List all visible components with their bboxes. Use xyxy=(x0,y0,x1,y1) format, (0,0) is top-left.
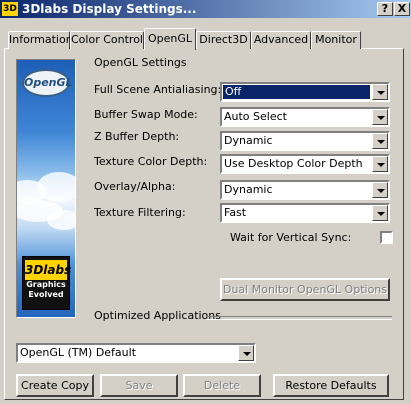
brand-tagline-1: Graphics xyxy=(26,280,66,289)
vsync-label: Wait for Vertical Sync: xyxy=(230,231,352,244)
buffer-swap-label: Buffer Swap Mode: xyxy=(94,108,198,121)
texture-color-value: Use Desktop Color Depth xyxy=(224,157,363,170)
create-copy-button[interactable]: Create Copy xyxy=(16,374,94,397)
texture-color-label: Texture Color Depth: xyxy=(94,155,208,168)
tab-color-control[interactable]: Color Control xyxy=(70,31,144,49)
cloud-shape xyxy=(37,172,75,202)
3dlabs-logo: 3Dlabs Graphics Evolved xyxy=(22,256,71,310)
help-button[interactable]: ? xyxy=(377,2,393,16)
delete-button[interactable]: Delete xyxy=(183,374,261,397)
z-buffer-value: Dynamic xyxy=(224,134,273,147)
overlay-alpha-value: Dynamic xyxy=(224,183,273,196)
buffer-swap-value: Auto Select xyxy=(224,110,287,123)
opengl-logo: OpenGL xyxy=(22,69,73,97)
brand-tagline-2: Evolved xyxy=(28,290,64,299)
tab-monitor[interactable]: Monitor xyxy=(311,31,361,49)
tab-advanced[interactable]: Advanced xyxy=(251,31,311,49)
close-button[interactable]: X xyxy=(394,2,410,16)
3dlabs-logo-text: 3Dlabs xyxy=(25,260,71,280)
texture-filtering-label: Texture Filtering: xyxy=(94,206,186,219)
app-logo-icon: 3D xyxy=(2,2,18,16)
tab-information[interactable]: Information xyxy=(8,31,73,49)
optimized-app-value: OpenGL (TM) Default xyxy=(20,346,137,359)
restore-defaults-button[interactable]: Restore Defaults xyxy=(273,374,389,397)
chevron-down-icon[interactable] xyxy=(372,156,388,172)
texture-filtering-dropdown[interactable]: Fast xyxy=(220,203,390,223)
z-buffer-label: Z Buffer Depth: xyxy=(94,130,180,143)
title-bar[interactable]: 3D 3Dlabs Display Settings... ? X xyxy=(0,0,411,18)
window-title: 3Dlabs Display Settings... xyxy=(22,2,197,16)
fsaa-label: Full Scene Antialiasing: xyxy=(94,83,222,96)
chevron-down-icon[interactable] xyxy=(372,109,388,125)
fsaa-dropdown[interactable]: Off xyxy=(220,82,390,102)
settings-heading: OpenGL Settings xyxy=(94,56,187,69)
chevron-down-icon[interactable] xyxy=(372,205,388,221)
tab-opengl[interactable]: OpenGL xyxy=(144,28,196,50)
save-button[interactable]: Save xyxy=(100,374,178,397)
opengl-banner-image: OpenGL 3Dlabs Graphics Evolved xyxy=(16,59,76,318)
chevron-down-icon[interactable] xyxy=(372,133,388,149)
chevron-down-icon[interactable] xyxy=(238,345,254,361)
cloud-shape xyxy=(47,210,75,230)
chevron-down-icon[interactable] xyxy=(372,182,388,198)
overlay-alpha-label: Overlay/Alpha: xyxy=(94,180,176,193)
dual-monitor-options-button[interactable]: Dual Monitor OpenGL Options xyxy=(220,278,390,301)
tab-direct3d[interactable]: Direct3D xyxy=(196,31,251,49)
group-divider xyxy=(206,316,392,320)
overlay-alpha-dropdown[interactable]: Dynamic xyxy=(220,180,390,200)
texture-filtering-value: Fast xyxy=(224,206,247,219)
z-buffer-dropdown[interactable]: Dynamic xyxy=(220,131,390,151)
texture-color-dropdown[interactable]: Use Desktop Color Depth xyxy=(220,154,390,174)
vsync-checkbox[interactable] xyxy=(380,231,393,244)
optimized-heading: Optimized Applications xyxy=(94,309,221,322)
buffer-swap-dropdown[interactable]: Auto Select xyxy=(220,107,390,127)
optimized-app-dropdown[interactable]: OpenGL (TM) Default xyxy=(16,343,256,363)
chevron-down-icon[interactable] xyxy=(372,84,388,100)
fsaa-value: Off xyxy=(223,85,370,99)
